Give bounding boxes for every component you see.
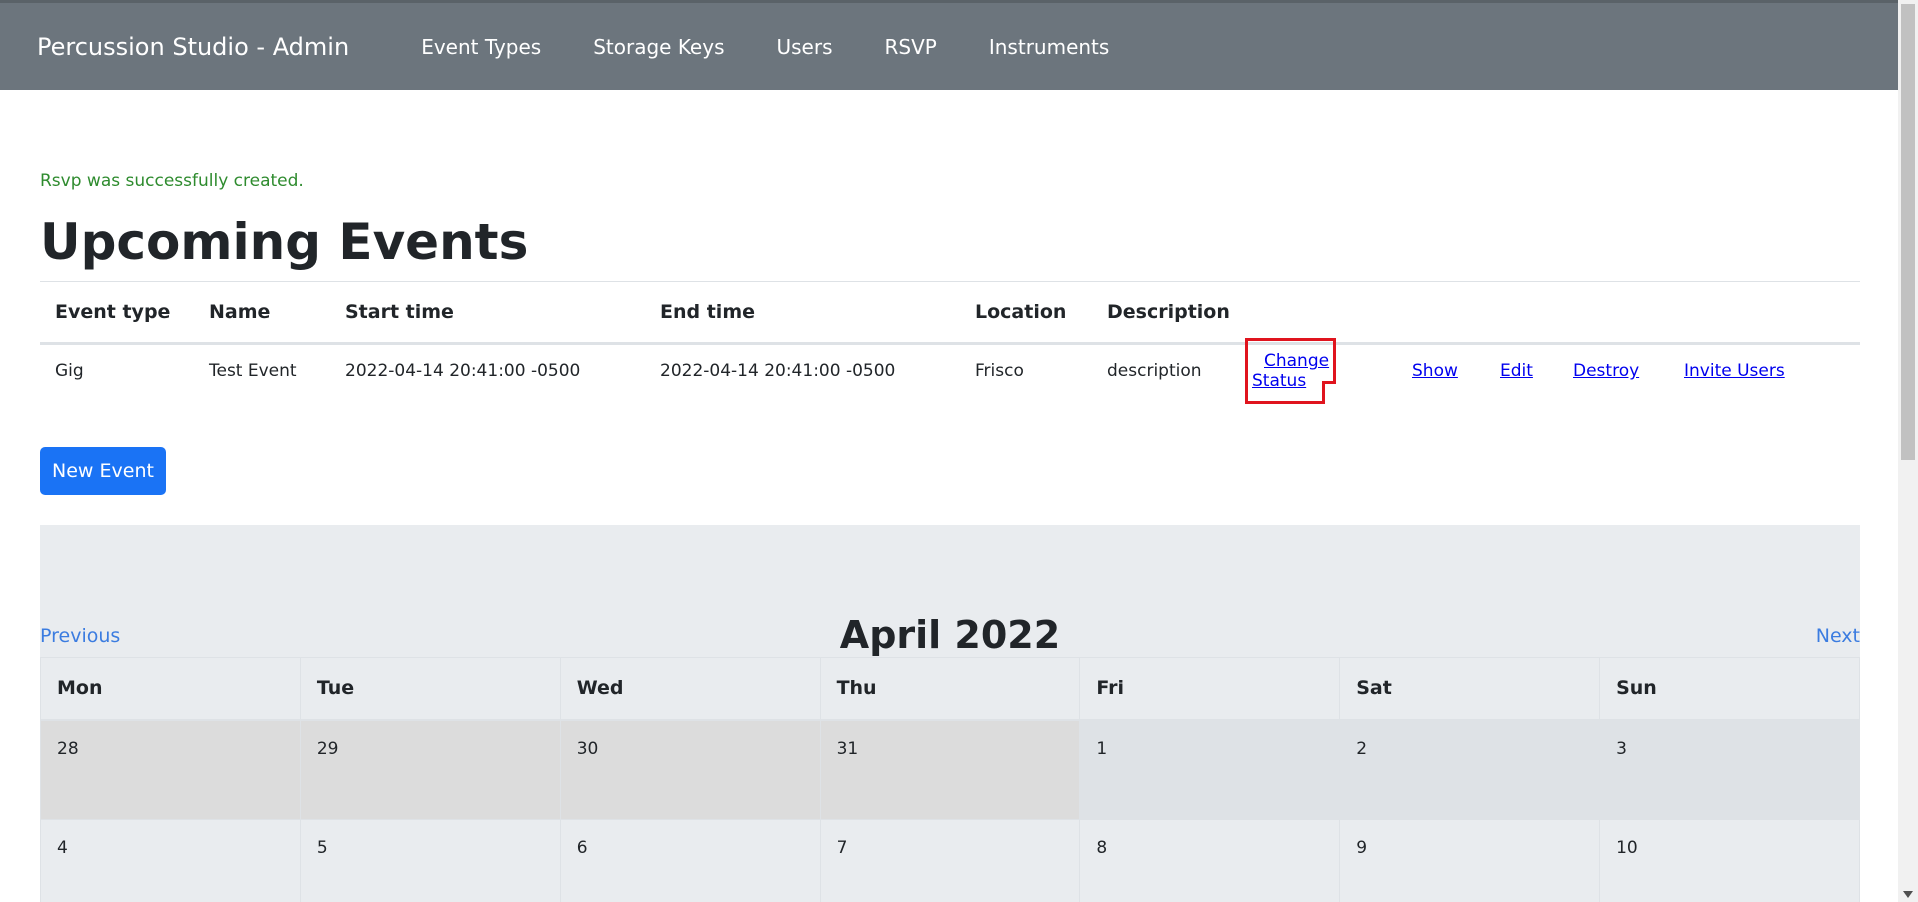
success-notice: Rsvp was successfully created. <box>40 171 304 191</box>
header-location: Location <box>960 281 1092 345</box>
calendar-day[interactable]: 28 <box>40 719 301 820</box>
header-action-2 <box>1397 281 1485 345</box>
cell-show: Show <box>1397 344 1485 398</box>
calendar-day[interactable]: 2 <box>1339 719 1601 820</box>
show-link[interactable]: Show <box>1412 361 1458 381</box>
table-header-row: Event type Name Start time End time Loca… <box>40 281 1860 345</box>
calendar-week: 28 29 30 31 1 2 3 <box>40 719 1860 820</box>
header-action-3 <box>1485 281 1558 345</box>
events-table: Event type Name Start time End time Loca… <box>40 281 1860 405</box>
calendar-day[interactable]: 6 <box>559 819 821 902</box>
nav-event-types[interactable]: Event Types <box>421 35 541 59</box>
calendar-day[interactable]: 30 <box>559 719 821 820</box>
nav-rsvp[interactable]: RSVP <box>885 35 937 59</box>
header-action-5 <box>1669 281 1860 345</box>
cell-destroy: Destroy <box>1558 344 1669 398</box>
new-event-button[interactable]: New Event <box>40 447 166 495</box>
calendar-day[interactable]: 4 <box>40 819 301 902</box>
header-end-time: End time <box>645 281 960 345</box>
header-description: Description <box>1092 281 1237 345</box>
top-navbar: Percussion Studio - Admin Event Types St… <box>0 0 1898 90</box>
weekday-header-row: Mon Tue Wed Thu Fri Sat Sun <box>40 657 1860 721</box>
calendar-day[interactable]: 5 <box>299 819 561 902</box>
calendar-day[interactable]: 1 <box>1079 719 1341 820</box>
nav-storage-keys[interactable]: Storage Keys <box>593 35 724 59</box>
weekday-sat: Sat <box>1339 657 1601 721</box>
calendar-day[interactable]: 3 <box>1599 719 1860 820</box>
cell-name: Test Event <box>209 361 297 382</box>
cell-invite-users: Invite Users <box>1669 344 1860 398</box>
brand-link[interactable]: Percussion Studio - Admin <box>37 33 349 61</box>
header-name: Name <box>194 281 330 345</box>
calendar-day[interactable]: 8 <box>1079 819 1341 902</box>
weekday-fri: Fri <box>1079 657 1341 721</box>
calendar-day[interactable]: 7 <box>819 819 1081 902</box>
weekday-tue: Tue <box>299 657 561 721</box>
header-action-4 <box>1558 281 1669 345</box>
calendar-day[interactable]: 29 <box>299 719 561 820</box>
cell-change-status: Change Status <box>1237 338 1397 405</box>
weekday-wed: Wed <box>559 657 821 721</box>
page-title: Upcoming Events <box>40 213 529 271</box>
weekday-mon: Mon <box>40 657 301 721</box>
header-action-1 <box>1237 281 1397 345</box>
calendar-title: April 2022 <box>839 613 1061 657</box>
weekday-sun: Sun <box>1599 657 1860 721</box>
cell-location: Frisco <box>975 361 1024 382</box>
header-event-type: Event type <box>40 281 194 345</box>
calendar-day[interactable]: 10 <box>1599 819 1860 902</box>
calendar: Previous April 2022 Next Mon Tue Wed Thu… <box>40 525 1860 902</box>
cell-edit: Edit <box>1485 344 1558 398</box>
calendar-grid: Mon Tue Wed Thu Fri Sat Sun 28 29 30 31 … <box>40 657 1860 902</box>
calendar-next-link[interactable]: Next <box>1816 625 1860 647</box>
header-start-time: Start time <box>330 281 645 345</box>
nav-instruments[interactable]: Instruments <box>989 35 1109 59</box>
cell-event-type: Gig <box>55 361 84 382</box>
edit-link[interactable]: Edit <box>1500 361 1533 381</box>
calendar-day[interactable]: 31 <box>819 719 1081 820</box>
weekday-thu: Thu <box>819 657 1081 721</box>
cell-end-time: 2022-04-14 20:41:00 -0500 <box>660 361 896 382</box>
invite-users-link[interactable]: Invite Users <box>1684 361 1785 381</box>
destroy-link[interactable]: Destroy <box>1573 361 1639 381</box>
cell-description: description <box>1107 361 1202 382</box>
calendar-week: 4 5 6 7 8 9 10 <box>40 819 1860 902</box>
scrollbar-thumb[interactable] <box>1901 4 1915 460</box>
vertical-scrollbar[interactable] <box>1898 0 1918 902</box>
calendar-day[interactable]: 9 <box>1339 819 1601 902</box>
cell-start-time: 2022-04-14 20:41:00 -0500 <box>345 361 581 382</box>
change-status-link[interactable]: Change Status <box>1244 338 1337 405</box>
scroll-down-arrow-icon[interactable] <box>1903 891 1913 898</box>
table-row: Gig Test Event 2022-04-14 20:41:00 -0500… <box>40 338 1860 405</box>
nav-users[interactable]: Users <box>777 35 833 59</box>
